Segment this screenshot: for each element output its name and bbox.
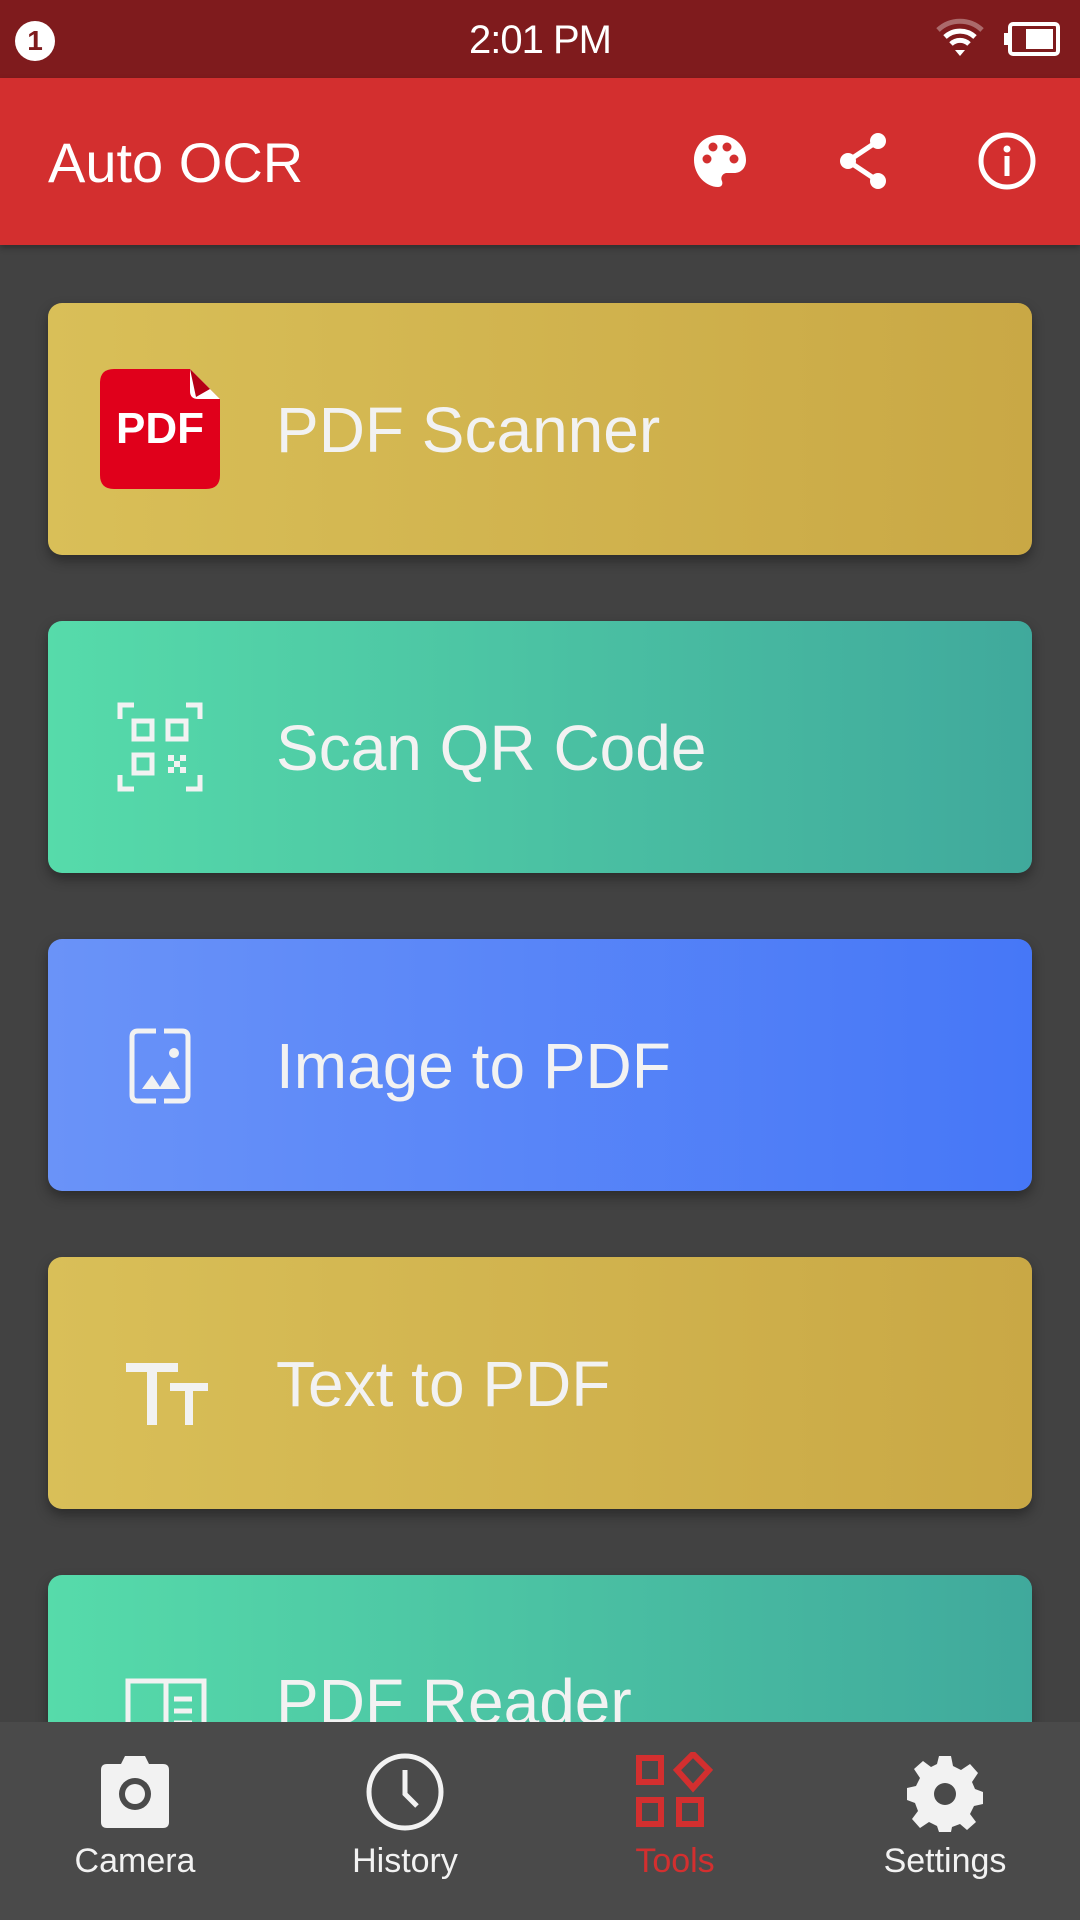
battery-icon bbox=[1002, 22, 1060, 56]
nav-history[interactable]: History bbox=[270, 1722, 540, 1920]
bottom-navigation: Camera History Tools Settings bbox=[0, 1722, 1080, 1920]
pdf-file-icon: PDF bbox=[100, 369, 220, 489]
status-time: 2:01 PM bbox=[469, 18, 612, 62]
tool-label: Scan QR Code bbox=[276, 712, 707, 784]
tool-card-image-to-pdf[interactable]: Image to PDF bbox=[48, 939, 1032, 1191]
svg-text:PDF: PDF bbox=[116, 404, 204, 453]
app-title: Auto OCR bbox=[48, 131, 304, 194]
tool-card-pdf-scanner[interactable]: PDF PDF Scanner bbox=[48, 303, 1032, 555]
image-frame-icon bbox=[100, 1005, 220, 1125]
tool-card-pdf-reader[interactable]: PDF Reader bbox=[48, 1575, 1032, 1722]
app-bar: Auto OCR bbox=[0, 78, 1080, 245]
nav-camera[interactable]: Camera bbox=[0, 1722, 270, 1920]
gear-icon bbox=[905, 1752, 985, 1832]
status-bar: 1 2:01 PM bbox=[0, 0, 1080, 78]
info-button[interactable] bbox=[975, 129, 1039, 193]
info-icon bbox=[975, 132, 1039, 197]
nav-label: Settings bbox=[883, 1842, 1007, 1880]
wifi-icon bbox=[935, 18, 985, 58]
nav-settings[interactable]: Settings bbox=[810, 1722, 1080, 1920]
share-icon bbox=[832, 133, 896, 197]
nav-label: Tools bbox=[635, 1842, 715, 1880]
tool-label: Image to PDF bbox=[276, 1030, 671, 1102]
qr-scan-icon bbox=[100, 687, 220, 807]
clock-icon bbox=[365, 1752, 445, 1832]
tool-label: Text to PDF bbox=[276, 1348, 611, 1420]
camera-icon bbox=[95, 1752, 175, 1832]
palette-icon bbox=[688, 135, 752, 197]
tools-list: PDF PDF Scanner Scan QR Code Image to PD… bbox=[0, 245, 1080, 1722]
text-size-icon bbox=[100, 1323, 220, 1443]
tool-card-text-to-pdf[interactable]: Text to PDF bbox=[48, 1257, 1032, 1509]
tool-label: PDF Scanner bbox=[276, 394, 661, 466]
tool-label: PDF Reader bbox=[276, 1666, 632, 1722]
tools-grid-icon bbox=[635, 1749, 715, 1832]
book-reader-icon bbox=[100, 1641, 220, 1722]
nav-label: History bbox=[352, 1842, 458, 1880]
tool-card-scan-qr[interactable]: Scan QR Code bbox=[48, 621, 1032, 873]
nav-label: Camera bbox=[74, 1842, 196, 1880]
share-button[interactable] bbox=[832, 129, 896, 193]
theme-button[interactable] bbox=[688, 129, 752, 193]
nav-tools[interactable]: Tools bbox=[540, 1722, 810, 1920]
